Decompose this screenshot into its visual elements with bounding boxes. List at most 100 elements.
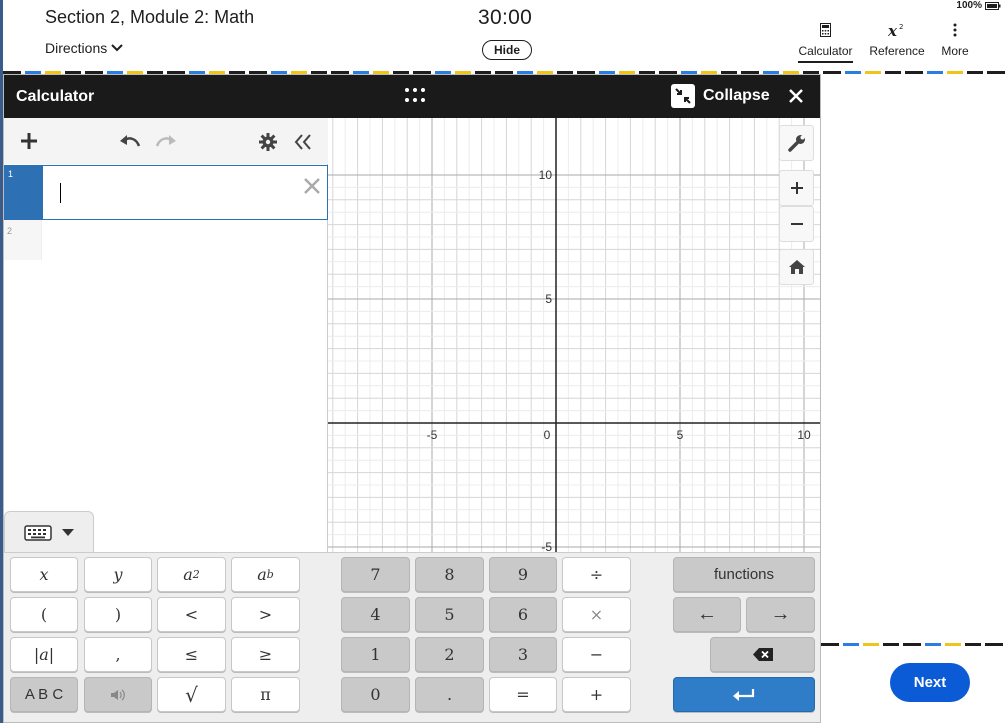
key-greater-than[interactable]: > [231,597,300,632]
key-absolute-value[interactable]: |a| [10,637,78,672]
calculator-tool-label: Calculator [798,44,853,63]
calculator-title: Calculator [16,88,95,105]
cursor-left-button[interactable]: ← [673,597,741,632]
settings-button[interactable] [257,131,279,153]
undo-button[interactable] [118,131,142,151]
minus-icon [790,223,803,225]
battery-percent: 100% [956,0,982,11]
key-9[interactable]: 9 [489,557,557,592]
functions-button[interactable]: functions [673,557,815,592]
footer-divider [821,643,1005,646]
graph-grid[interactable]: -5 0 5 10 10 5 -5 [328,118,821,552]
key-7[interactable]: 7 [341,557,410,592]
backspace-button[interactable] [710,637,815,672]
key-6[interactable]: 6 [489,597,557,632]
expression-list: 1 2 [4,118,328,552]
close-icon [304,178,320,194]
key-1[interactable]: 1 [341,637,410,672]
wrench-icon [787,135,805,152]
directions-toggle[interactable]: Directions [45,40,123,56]
key-divide[interactable]: ÷ [562,557,631,592]
svg-text:2: 2 [899,23,903,31]
more-tool-button[interactable]: More [938,20,972,58]
redo-button[interactable] [154,131,178,151]
key-audio[interactable] [84,677,152,712]
key-decimal[interactable]: . [415,677,484,712]
home-icon [788,260,805,274]
reference-formula-icon: x2 [887,22,903,38]
close-icon [789,89,803,103]
key-2[interactable]: 2 [415,637,484,672]
zoom-in-button[interactable] [779,170,814,206]
key-pi[interactable]: π [231,677,300,712]
battery-icon [985,1,1001,10]
collapse-button[interactable]: Collapse [671,84,770,108]
directions-label: Directions [45,40,108,56]
x-tick-label: 0 [544,428,551,442]
enter-button[interactable] [673,677,815,712]
hide-list-button[interactable] [292,131,314,153]
timer: 30:00 [478,6,533,29]
delete-expression-button[interactable] [303,171,321,202]
battery-status: 100% [956,0,1001,11]
key-plus[interactable]: + [562,677,631,712]
enter-return-icon [733,688,755,701]
key-equals[interactable]: = [489,677,557,712]
expression-row-1[interactable]: 1 [4,165,328,220]
plus-icon [790,182,803,194]
calculator-icon [820,23,831,37]
close-calculator-button[interactable] [789,84,803,108]
y-tick-label: 5 [545,292,552,306]
key-minus[interactable]: − [562,637,631,672]
test-page: Section 2, Module 2: Math Directions 30:… [0,0,1005,723]
calculator-keypad: x y a2 ab ( ) < > |a| , ≤ ≥ A B C √ π 7 … [4,552,820,722]
key-abc[interactable]: A B C [10,677,78,712]
keyboard-toggle[interactable] [4,511,94,553]
add-item-button[interactable] [18,130,40,152]
x-tick-label: -5 [427,428,438,442]
key-left-paren[interactable]: ( [10,597,78,632]
key-right-paren[interactable]: ) [84,597,152,632]
key-a-power-b[interactable]: ab [231,557,300,592]
cursor-right-button[interactable]: → [746,597,815,632]
speaker-icon [111,689,125,700]
expression-row-number: 2 [4,220,42,260]
x-tick-label: 5 [677,428,684,442]
caret-down-icon [62,528,74,536]
calculator-titlebar: Calculator Collapse [4,75,820,118]
svg-text:x: x [887,22,898,38]
more-vertical-icon [953,23,957,37]
key-0[interactable]: 0 [341,677,410,712]
collapse-label: Collapse [703,87,770,104]
drag-handle-icon[interactable] [404,86,426,106]
reference-tool-button[interactable]: x2 Reference [867,20,927,58]
y-tick-label: 10 [539,168,553,182]
key-a-power-b-base: a [257,565,267,584]
zoom-out-button[interactable] [779,206,814,242]
key-less-equal[interactable]: ≤ [157,637,226,672]
key-4[interactable]: 4 [341,597,410,632]
key-less-than[interactable]: < [157,597,226,632]
key-a-squared[interactable]: a2 [157,557,226,592]
key-greater-equal[interactable]: ≥ [231,637,300,672]
undo-icon [120,135,141,147]
key-multiply[interactable]: × [562,597,631,632]
hide-timer-button[interactable]: Hide [482,40,532,60]
reference-tool-label: Reference [869,44,925,58]
default-viewport-button[interactable] [779,249,814,285]
graph-paper[interactable]: -5 0 5 10 10 5 -5 [328,118,821,552]
key-8[interactable]: 8 [415,557,484,592]
key-y[interactable]: y [84,557,152,592]
key-3[interactable]: 3 [489,637,557,672]
backspace-icon [752,648,773,661]
chevron-down-icon [111,44,123,52]
key-comma[interactable]: , [84,637,152,672]
next-button[interactable]: Next [890,663,970,702]
key-x[interactable]: x [10,557,78,592]
graph-settings-button[interactable] [779,125,814,161]
keyboard-icon [24,524,52,541]
key-5[interactable]: 5 [415,597,484,632]
expression-row-2[interactable]: 2 [4,220,328,260]
calculator-tool-button[interactable]: Calculator [798,20,853,63]
key-sqrt[interactable]: √ [157,677,226,712]
